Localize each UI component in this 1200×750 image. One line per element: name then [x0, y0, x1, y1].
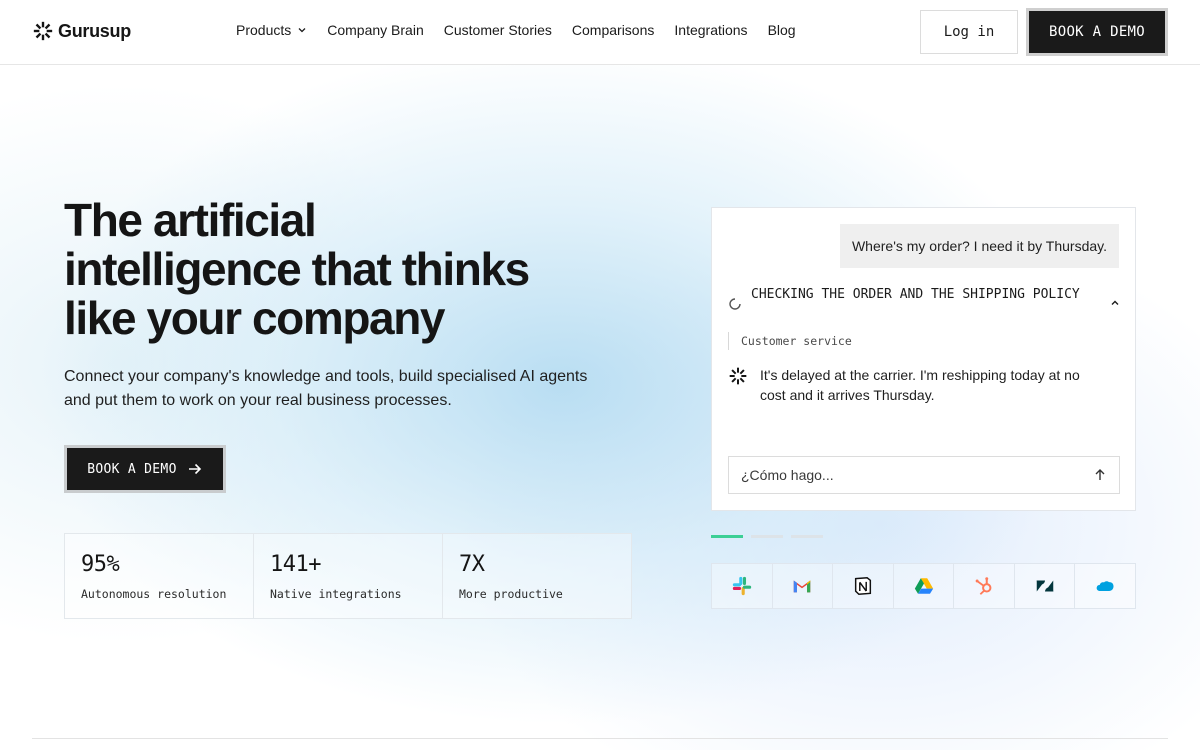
- main-nav: Products Company Brain Customer Stories …: [236, 22, 796, 38]
- stat-value: 95%: [81, 552, 120, 577]
- user-message-bubble: Where's my order? I need it by Thursday.: [839, 224, 1119, 268]
- agent-status-row[interactable]: CHECKING THE ORDER AND THE SHIPPING POLI…: [728, 284, 1121, 311]
- stat-autonomous-resolution: 95% Autonomous resolution: [65, 534, 254, 618]
- agent-tag: Customer service: [728, 332, 852, 350]
- salesforce-icon: [1096, 581, 1114, 592]
- stat-more-productive: 7X More productive: [443, 534, 631, 618]
- chevron-up-icon[interactable]: [1109, 297, 1121, 309]
- google-drive-icon: [914, 578, 933, 594]
- agent-status-text: CHECKING THE ORDER AND THE SHIPPING POLI…: [751, 287, 1080, 302]
- carousel-indicators: [711, 535, 823, 538]
- stats-strip: 95% Autonomous resolution 141+ Native in…: [64, 533, 632, 619]
- stat-value: 7X: [459, 552, 485, 577]
- carousel-dot[interactable]: [751, 535, 783, 538]
- stat-value: 141+: [270, 552, 321, 577]
- carousel-dot[interactable]: [791, 535, 823, 538]
- integration-google-drive: [894, 564, 955, 608]
- integration-salesforce: [1075, 564, 1135, 608]
- nav-item-products[interactable]: Products: [236, 22, 307, 38]
- integration-slack: [712, 564, 773, 608]
- notion-icon: [854, 576, 872, 596]
- hero-title-line: like your company: [64, 292, 446, 344]
- integrations-logos-strip: [711, 563, 1136, 609]
- stat-label: Autonomous resolution: [81, 587, 227, 601]
- gurusup-agent-icon: [729, 367, 747, 385]
- agent-answer: It's delayed at the carrier. I'm reshipp…: [728, 365, 1121, 405]
- hero-subtitle-line: Connect your company's knowledge and too…: [64, 368, 588, 385]
- stat-label: More productive: [459, 587, 563, 601]
- chat-input[interactable]: [741, 467, 1093, 483]
- chat-demo-card: Where's my order? I need it by Thursday.…: [711, 207, 1136, 511]
- hero-title-line: The artificial: [64, 194, 317, 246]
- logo-mark-icon: [33, 21, 53, 41]
- answer-line: cost and it arrives Thursday.: [760, 387, 935, 403]
- chevron-down-icon: [298, 28, 306, 33]
- logo-text: Gurusup: [58, 20, 131, 41]
- section-divider: [32, 738, 1168, 739]
- integration-hubspot: [954, 564, 1015, 608]
- nav-item-company-brain[interactable]: Company Brain: [327, 22, 424, 38]
- logo[interactable]: Gurusup: [32, 20, 131, 42]
- book-demo-label: BOOK A DEMO: [87, 461, 177, 477]
- slack-icon: [732, 576, 751, 596]
- gmail-icon: [794, 580, 811, 593]
- nav-item-label: Products: [236, 22, 292, 38]
- nav-item-comparisons[interactable]: Comparisons: [572, 22, 654, 38]
- hubspot-icon: [975, 577, 992, 595]
- chat-input-box: [728, 456, 1120, 494]
- integration-notion: [833, 564, 894, 608]
- carousel-dot-active[interactable]: [711, 535, 743, 538]
- hero-subtitle-line: and put them to work on your real busine…: [64, 392, 452, 409]
- stat-label: Native integrations: [270, 587, 402, 601]
- nav-item-blog[interactable]: Blog: [768, 22, 796, 38]
- answer-line: It's delayed at the carrier. I'm reshipp…: [760, 367, 1080, 383]
- book-demo-button-hero[interactable]: BOOK A DEMO: [64, 445, 226, 493]
- login-button[interactable]: Log in: [920, 10, 1018, 54]
- loading-spinner-icon: [729, 298, 741, 310]
- zendesk-icon: [1036, 580, 1053, 592]
- hero-title: The artificial intelligence that thinks …: [64, 196, 624, 343]
- agent-answer-text: It's delayed at the carrier. I'm reshipp…: [760, 365, 1080, 405]
- arrow-right-icon: [188, 463, 201, 475]
- hero-subtitle: Connect your company's knowledge and too…: [64, 365, 634, 413]
- hero-title-line: intelligence that thinks: [64, 243, 530, 295]
- nav-item-integrations[interactable]: Integrations: [674, 22, 747, 38]
- arrow-up-icon[interactable]: [1093, 468, 1107, 482]
- integration-zendesk: [1015, 564, 1076, 608]
- site-header: Gurusup Products Company Brain Customer …: [0, 0, 1200, 65]
- book-demo-button-header[interactable]: BOOK A DEMO: [1026, 8, 1168, 56]
- nav-item-customer-stories[interactable]: Customer Stories: [444, 22, 552, 38]
- integration-gmail: [773, 564, 834, 608]
- stat-native-integrations: 141+ Native integrations: [254, 534, 443, 618]
